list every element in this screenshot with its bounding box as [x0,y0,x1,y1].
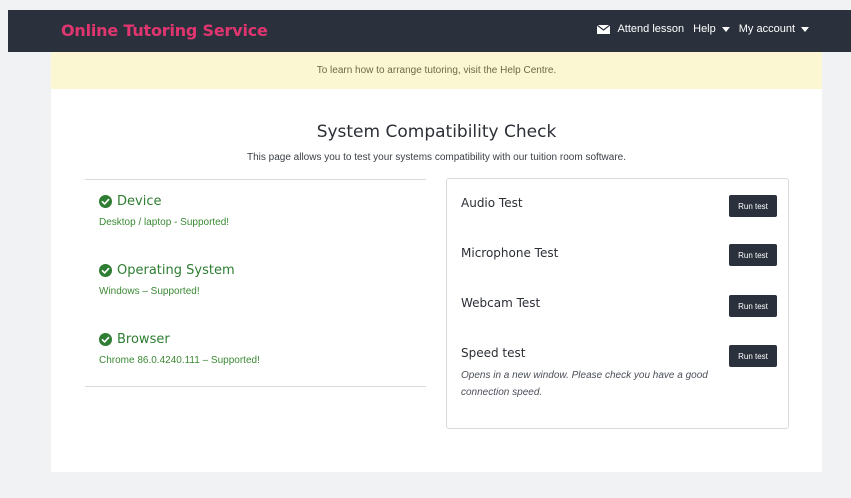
brand-logo[interactable]: Online Tutoring Service [61,21,268,40]
my-account-label: My account [738,23,795,35]
microphone-run-test-button[interactable]: Run test [729,244,777,266]
check-browser-status: Chrome 86.0.4240.111 – Supported! [99,355,260,366]
compatibility-results: Device Desktop / laptop - Supported! Ope… [85,179,426,387]
check-browser: Browser Chrome 86.0.4240.111 – Supported… [99,332,260,366]
speed-test-row: Speed test Run test Opens in a new windo… [461,345,777,401]
page-subtitle: This page allows you to test your system… [246,152,627,163]
tests-card: Audio Test Run test Microphone Test Run … [446,178,789,429]
check-circle-icon [99,264,112,277]
check-device: Device Desktop / laptop - Supported! [99,194,229,228]
microphone-test-row: Microphone Test Run test [461,244,777,266]
main-panel: System Compatibility Check This page all… [51,89,822,472]
webcam-test-row: Webcam Test Run test [461,295,777,317]
caret-down-icon [801,26,809,32]
check-operating-system-status: Windows – Supported! [99,286,200,297]
check-circle-icon [99,195,112,208]
check-browser-label: Browser [117,332,170,347]
check-circle-icon [99,333,112,346]
attend-lesson-link[interactable]: Attend lesson [597,23,684,35]
my-account-dropdown[interactable]: My account [739,23,809,35]
envelope-icon [597,24,611,34]
help-label: Help [693,23,716,35]
webcam-run-test-button[interactable]: Run test [729,295,777,317]
check-operating-system-label: Operating System [117,263,235,278]
speed-test-note: Opens in a new window. Please check you … [461,370,708,398]
check-device-label: Device [117,194,162,209]
speed-run-test-button[interactable]: Run test [729,345,777,367]
audio-test-row: Audio Test Run test [461,195,777,217]
caret-down-icon [721,26,730,32]
info-banner: To learn how to arrange tutoring, visit … [51,52,822,89]
page-title: System Compatibility Check [316,122,557,142]
check-operating-system: Operating System Windows – Supported! [99,263,235,297]
nav-menu: Attend lesson Help My account [597,23,809,35]
attend-lesson-label: Attend lesson [617,23,685,35]
audio-run-test-button[interactable]: Run test [729,195,777,217]
top-navbar: Online Tutoring Service Attend lesson He… [8,10,851,52]
help-dropdown[interactable]: Help [693,23,730,35]
check-device-status: Desktop / laptop - Supported! [99,217,230,228]
